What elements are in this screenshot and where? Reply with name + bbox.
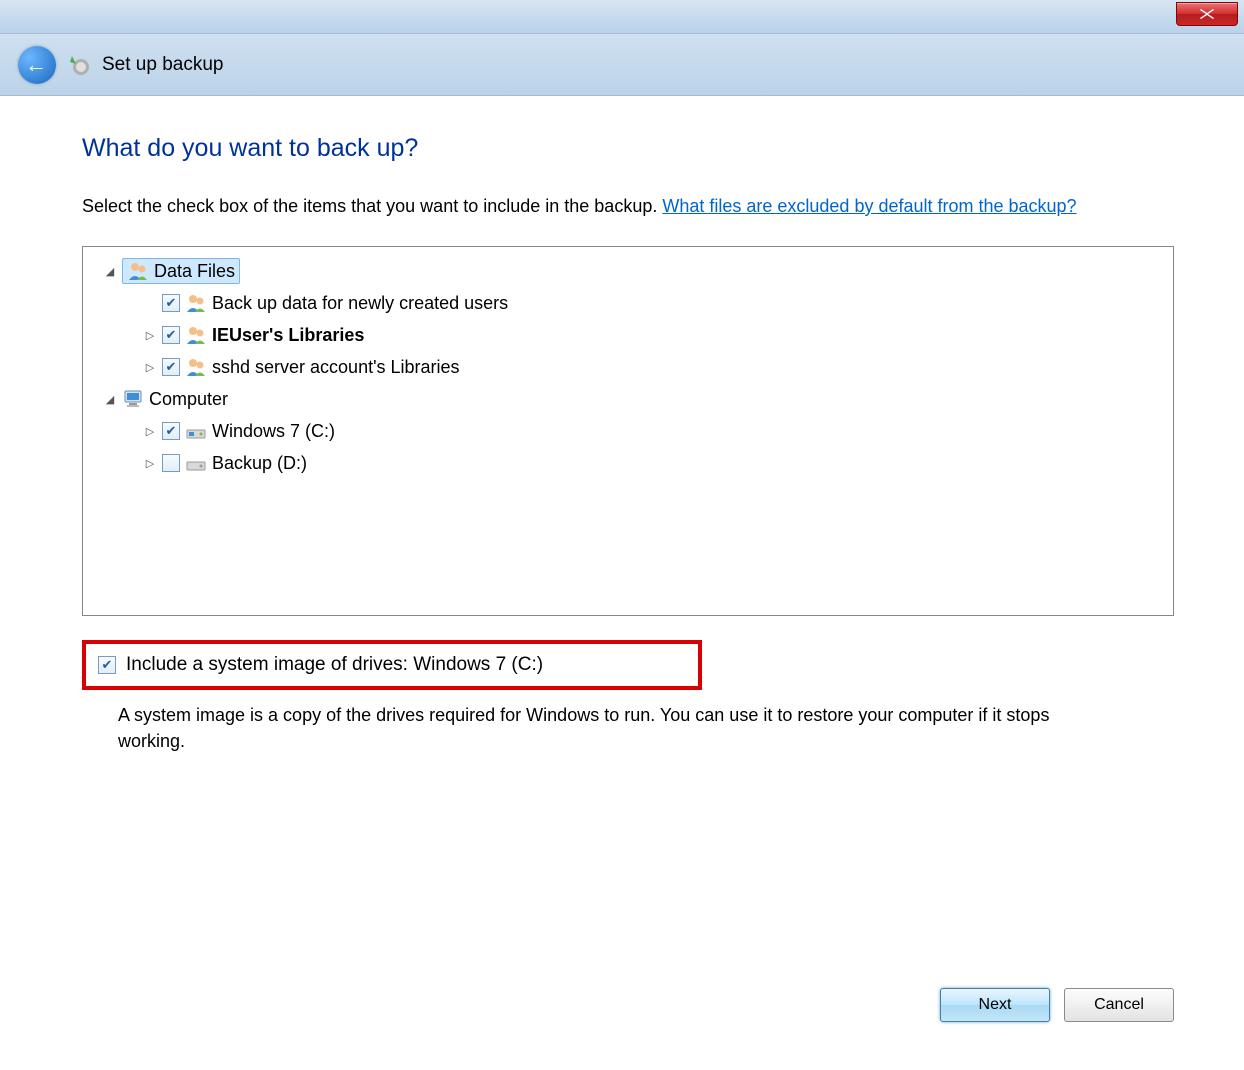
title-bar: [0, 0, 1244, 34]
computer-icon: [122, 388, 144, 410]
expand-icon[interactable]: ▷: [143, 424, 157, 438]
tree-item[interactable]: ▷ ✔ Windows 7 (C:): [93, 415, 1163, 447]
drive-icon: [185, 452, 207, 474]
wizard-header: ← Set up backup: [0, 34, 1244, 96]
checkbox[interactable]: ✔: [162, 326, 180, 344]
tree-item[interactable]: ▷ ✔ sshd server account's Libraries: [93, 351, 1163, 383]
checkbox[interactable]: ✔: [162, 294, 180, 312]
instruction-prefix: Select the check box of the items that y…: [82, 196, 662, 216]
tree-node-data-files[interactable]: ◢ Data Files: [93, 255, 1163, 287]
expand-icon[interactable]: ▷: [143, 456, 157, 470]
tree-node-label: Computer: [149, 389, 228, 410]
tree-item[interactable]: ▷ ✔ IEUser's Libraries: [93, 319, 1163, 351]
tree-item-label: sshd server account's Libraries: [212, 357, 460, 378]
wizard-title: Set up backup: [102, 54, 223, 76]
collapse-icon[interactable]: ◢: [103, 392, 117, 406]
tree-node-label: Data Files: [154, 261, 235, 282]
checkbox[interactable]: ✔: [162, 454, 180, 472]
checkbox[interactable]: ✔: [162, 358, 180, 376]
expand-icon[interactable]: ▷: [143, 360, 157, 374]
system-image-checkbox[interactable]: ✔: [98, 656, 116, 674]
back-button[interactable]: ←: [18, 46, 56, 84]
wizard-footer: Next Cancel: [940, 988, 1174, 1022]
tree-item-label: Back up data for newly created users: [212, 293, 508, 314]
next-button[interactable]: Next: [940, 988, 1050, 1022]
expand-icon[interactable]: ▷: [143, 328, 157, 342]
people-icon: [127, 260, 149, 282]
content-area: What do you want to back up? Select the …: [0, 96, 1244, 754]
tree-item[interactable]: ✔ Back up data for newly created users: [93, 287, 1163, 319]
people-icon: [185, 292, 207, 314]
tree-item[interactable]: ▷ ✔ Backup (D:): [93, 447, 1163, 479]
page-heading: What do you want to back up?: [82, 134, 1174, 163]
system-image-option[interactable]: ✔ Include a system image of drives: Wind…: [82, 640, 702, 690]
help-link[interactable]: What files are excluded by default from …: [662, 196, 1076, 216]
people-icon: [185, 324, 207, 346]
checkbox[interactable]: ✔: [162, 422, 180, 440]
close-icon: [1198, 8, 1216, 20]
drive-icon: [185, 420, 207, 442]
tree-node-computer[interactable]: ◢ Computer: [93, 383, 1163, 415]
window-close-button[interactable]: [1176, 2, 1238, 26]
instruction-text: Select the check box of the items that y…: [82, 193, 1174, 220]
people-icon: [185, 356, 207, 378]
system-image-label: Include a system image of drives: Window…: [126, 654, 543, 676]
tree-item-label: Windows 7 (C:): [212, 421, 335, 442]
collapse-icon[interactable]: ◢: [103, 264, 117, 278]
tree-item-label: IEUser's Libraries: [212, 325, 364, 346]
tree-item-label: Backup (D:): [212, 453, 307, 474]
backup-items-tree[interactable]: ◢ Data Files ✔ Back up data for newly cr…: [82, 246, 1174, 616]
wizard-icon: [68, 54, 90, 76]
back-arrow-icon: ←: [25, 52, 47, 78]
cancel-button[interactable]: Cancel: [1064, 988, 1174, 1022]
system-image-description: A system image is a copy of the drives r…: [118, 702, 1118, 754]
